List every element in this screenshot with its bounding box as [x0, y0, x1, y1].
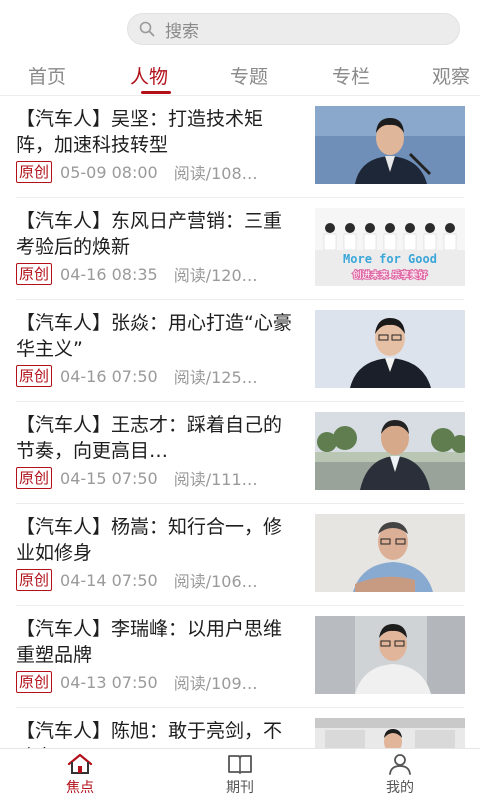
article-meta: 原创 05-09 08:00 阅读/108… [16, 160, 300, 184]
original-badge: 原创 [16, 161, 53, 183]
list-item[interactable]: 【汽车人】杨嵩：知行合一，修业如修身 原创 04-14 07:50 阅读/106… [0, 504, 480, 606]
article-title: 【汽车人】东风日产营销：三重考验后的焕新 [16, 210, 283, 258]
article-meta: 原创 04-14 07:50 阅读/106… [16, 568, 300, 592]
original-badge: 原创 [16, 365, 53, 387]
article-reads: 阅读/125… [173, 368, 258, 387]
article-meta: 原创 04-15 07:50 阅读/111… [16, 466, 300, 490]
tab-columns[interactable]: 专栏 [332, 62, 370, 89]
list-item[interactable]: 【汽车人】李瑞峰：以用户思维重塑品牌 原创 04-13 07:50 阅读/109… [0, 606, 480, 708]
list-item[interactable]: 【汽车人】陈旭：敢于亮剑，不破中国！ [0, 708, 480, 748]
article-meta: 原创 04-13 07:50 阅读/109… [16, 670, 300, 694]
original-badge: 原创 [16, 467, 53, 489]
article-thumbnail [315, 514, 465, 592]
article-list: 【汽车人】吴坚：打造技术矩阵，加速科技转型 原创 05-09 08:00 阅读/… [0, 96, 480, 748]
original-badge: 原创 [16, 671, 53, 693]
original-badge: 原创 [16, 569, 53, 591]
article-title: 【汽车人】李瑞峰：以用户思维重塑品牌 [16, 618, 283, 666]
article-thumbnail [315, 106, 465, 184]
search-bar: 搜索 [0, 0, 480, 56]
article-reads: 阅读/111… [173, 470, 258, 489]
category-tabs: 首页 人物 专题 专栏 观察 [0, 56, 480, 96]
article-thumbnail [315, 718, 465, 748]
search-icon [139, 21, 155, 37]
article-title: 【汽车人】王志才：踩着自己的节奏，向更高目… [16, 414, 283, 462]
nav-label: 焦点 [66, 779, 94, 796]
article-meta: 原创 04-16 08:35 阅读/120… [16, 262, 300, 286]
article-reads: 阅读/106… [173, 572, 258, 591]
original-badge: 原创 [16, 263, 53, 285]
article-time: 04-16 08:35 [60, 264, 158, 284]
article-time: 04-13 07:50 [60, 672, 158, 692]
list-item[interactable]: 【汽车人】吴坚：打造技术矩阵，加速科技转型 原创 05-09 08:00 阅读/… [0, 96, 480, 198]
article-meta: 原创 04-16 07:50 阅读/125… [16, 364, 300, 388]
article-time: 04-15 07:50 [60, 468, 158, 488]
search-input[interactable]: 搜索 [127, 13, 460, 45]
tab-observe[interactable]: 观察 [432, 62, 470, 89]
tab-home[interactable]: 首页 [28, 62, 66, 89]
user-icon [389, 753, 411, 775]
list-item[interactable]: 【汽车人】张焱：用心打造“心豪华主义” 原创 04-16 07:50 阅读/12… [0, 300, 480, 402]
nav-mine[interactable]: 我的 [320, 749, 480, 800]
article-reads: 阅读/108… [173, 164, 258, 183]
article-thumbnail [315, 616, 465, 694]
article-thumbnail [315, 412, 465, 490]
article-reads: 阅读/120… [173, 266, 258, 285]
article-time: 04-14 07:50 [60, 570, 158, 590]
nav-label: 我的 [386, 779, 414, 796]
active-tab-indicator [141, 91, 171, 94]
article-title: 【汽车人】杨嵩：知行合一，修业如修身 [16, 516, 283, 564]
article-thumbnail [315, 310, 465, 388]
article-time: 05-09 08:00 [60, 162, 158, 182]
article-title: 【汽车人】陈旭：敢于亮剑，不破中国！ [16, 720, 283, 748]
tab-people[interactable]: 人物 [130, 62, 168, 89]
home-icon [67, 753, 93, 774]
tab-topics[interactable]: 专题 [230, 62, 268, 89]
list-item[interactable]: 【汽车人】东风日产营销：三重考验后的焕新 原创 04-16 08:35 阅读/1… [0, 198, 480, 300]
article-thumbnail: More for Good 创进未来 乐享美好 [315, 208, 465, 286]
nav-focus[interactable]: 焦点 [0, 749, 160, 800]
search-placeholder: 搜索 [165, 21, 199, 42]
article-title: 【汽车人】吴坚：打造技术矩阵，加速科技转型 [16, 108, 264, 156]
book-icon [228, 754, 252, 774]
thumbnail-banner-line2: 创进未来 乐享美好 [353, 269, 428, 281]
app-root: 搜索 首页 人物 专题 专栏 观察 【汽车人】吴坚：打造技术矩阵，加速科技转型 … [0, 0, 480, 800]
list-item[interactable]: 【汽车人】王志才：踩着自己的节奏，向更高目… 原创 04-15 07:50 阅读… [0, 402, 480, 504]
nav-journal[interactable]: 期刊 [160, 749, 320, 800]
article-time: 04-16 07:50 [60, 366, 158, 386]
thumbnail-banner-line1: More for Good [343, 252, 437, 266]
article-reads: 阅读/109… [173, 674, 258, 693]
nav-label: 期刊 [226, 779, 254, 796]
bottom-navigation: 焦点 期刊 我的 [0, 748, 480, 800]
article-title: 【汽车人】张焱：用心打造“心豪华主义” [16, 312, 292, 360]
